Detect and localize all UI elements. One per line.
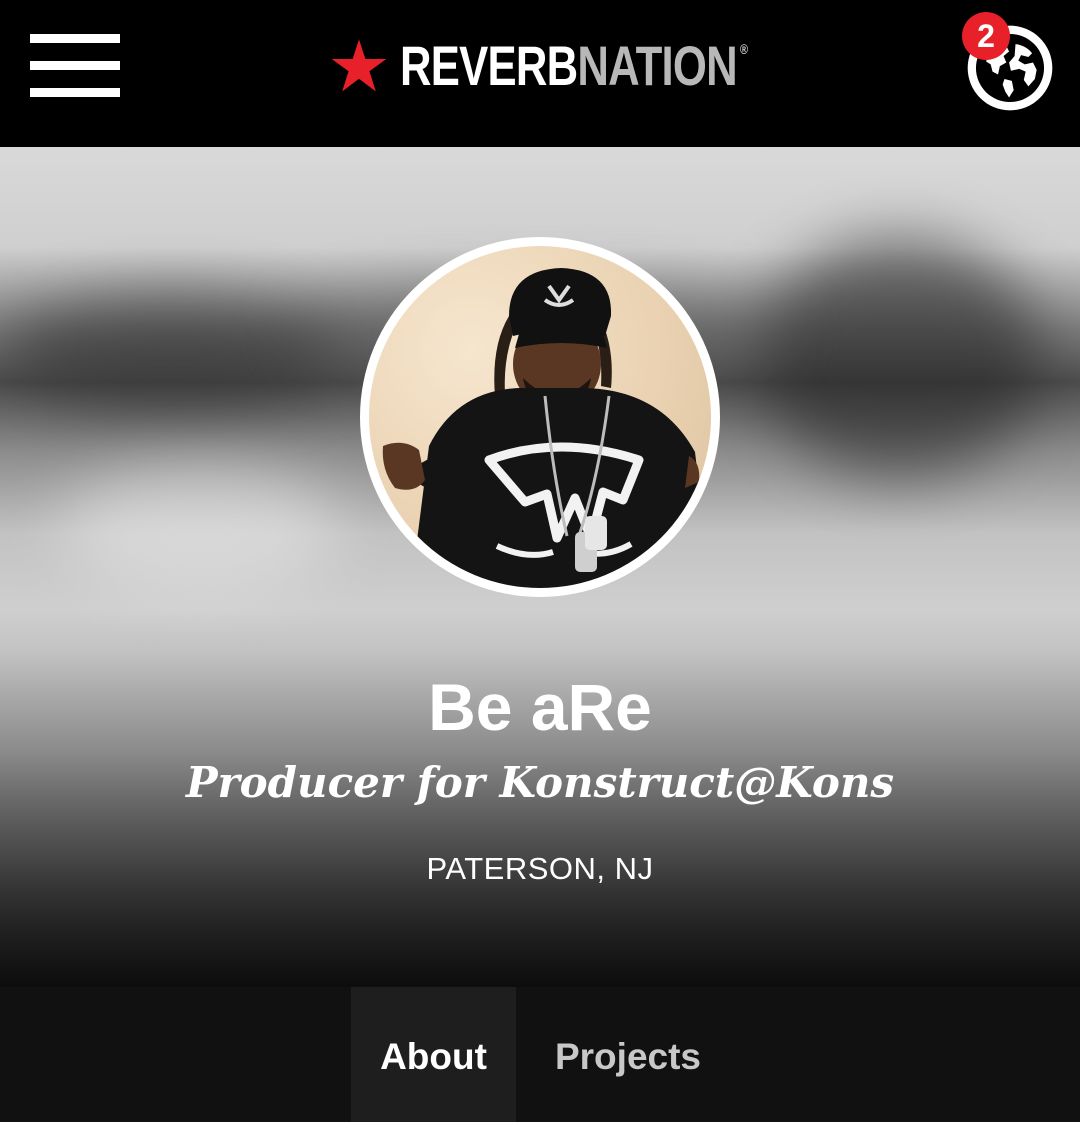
notification-badge: 2	[962, 12, 1010, 60]
logo-wordmark: REVERBNATION ®	[400, 34, 748, 97]
artist-name: Be aRe	[428, 670, 652, 744]
profile-hero: Be aRe Producer for Konstruct@Kons PATER…	[0, 147, 1080, 987]
menu-icon[interactable]	[30, 34, 120, 98]
top-bar: REVERBNATION ® 2	[0, 0, 1080, 147]
artist-tagline: Producer for Konstruct@Kons	[185, 758, 895, 807]
artist-location: PATERSON, NJ	[426, 851, 654, 886]
tab-projects[interactable]: Projects	[516, 987, 740, 1122]
profile-tabs: About Projects	[0, 987, 1080, 1122]
star-icon	[331, 39, 387, 92]
tab-about[interactable]: About	[351, 987, 516, 1122]
avatar[interactable]	[360, 237, 720, 597]
profile-photo	[369, 246, 711, 588]
reverbnation-logo[interactable]: REVERBNATION ®	[330, 30, 845, 102]
